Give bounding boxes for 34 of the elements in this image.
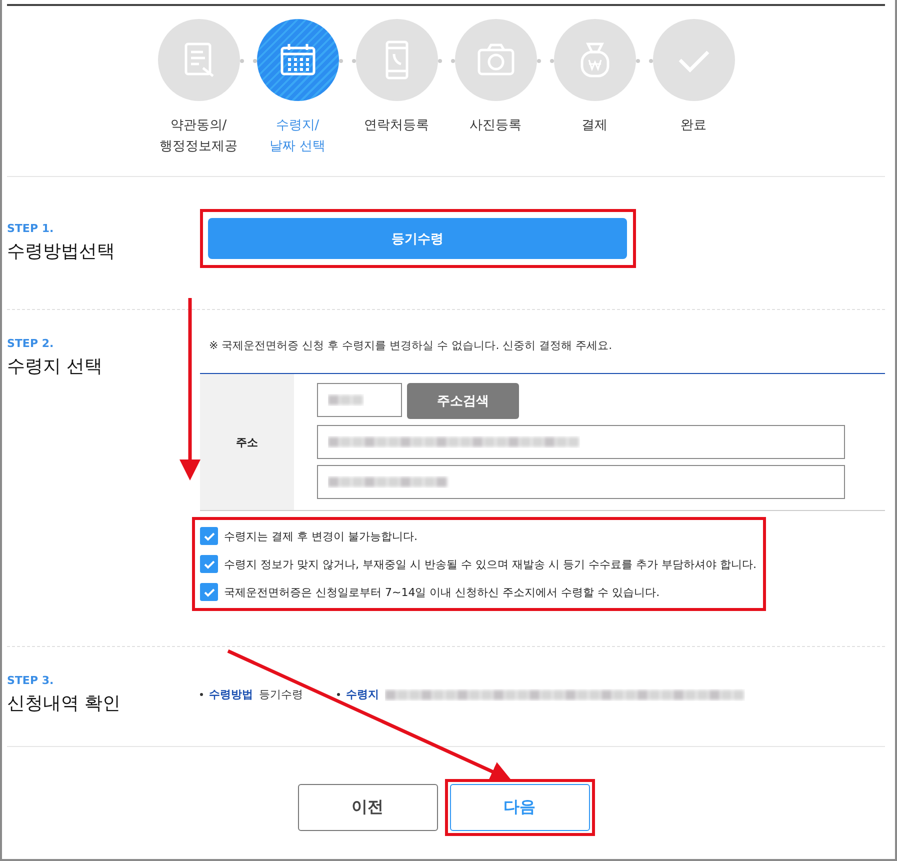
step-label: 완료 bbox=[680, 117, 706, 135]
check-icon bbox=[204, 532, 214, 540]
previous-button[interactable]: 이전 bbox=[298, 784, 438, 831]
checkbox[interactable] bbox=[200, 527, 218, 545]
step-label: 약관동의/ 행정정보제공 bbox=[160, 117, 238, 156]
section-title: 수령방법선택 bbox=[7, 240, 116, 263]
check-icon bbox=[204, 588, 214, 596]
summary-value: 등기수령 bbox=[259, 687, 303, 702]
check-icon bbox=[204, 560, 214, 568]
step-label: 결제 bbox=[582, 117, 608, 135]
address-search-button[interactable]: 주소검색 bbox=[407, 383, 519, 419]
address-label: 주소 bbox=[200, 374, 294, 510]
agreement-text: 수령지 정보가 맞지 않거나, 부재중일 시 반송될 수 있으며 재발송 시 등기 수수료를 추가 부담하셔야 합니다. bbox=[224, 556, 756, 572]
checkbox[interactable] bbox=[200, 583, 218, 601]
agreement-text: 국제운전면허증은 신청일로부터 7~14일 이내 신청하신 주소지에서 수령할 수 있습니다. bbox=[224, 584, 660, 600]
postcode-field[interactable] bbox=[317, 383, 402, 417]
step-label: 사진등록 bbox=[470, 117, 522, 135]
step-number: STEP 2. bbox=[7, 337, 55, 350]
section-title: 신청내역 확인 bbox=[7, 692, 122, 715]
step-number: STEP 1. bbox=[7, 222, 55, 235]
step-number: STEP 3. bbox=[7, 674, 55, 687]
agreement-text: 수령지는 결제 후 변경이 불가능합니다. bbox=[224, 528, 418, 544]
step-label: 수령지/ 날짜 선택 bbox=[269, 117, 326, 156]
receive-method-button[interactable]: 등기수령 bbox=[208, 218, 627, 259]
blurred-text-drawing bbox=[328, 393, 364, 407]
address-field[interactable] bbox=[317, 425, 845, 459]
step-label: 연락처등록 bbox=[364, 117, 429, 135]
next-button[interactable]: 다음 bbox=[450, 784, 590, 831]
summary-label: 수령지 bbox=[346, 687, 379, 702]
notice-text: ※ 국제운전면허증 신청 후 수령지를 변경하실 수 없습니다. 신중히 결정해 주세요. bbox=[209, 338, 614, 353]
checkbox[interactable] bbox=[200, 555, 218, 573]
section-title: 수령지 선택 bbox=[7, 355, 104, 378]
address-detail-field[interactable] bbox=[317, 465, 845, 499]
summary-label: 수령방법 bbox=[209, 687, 253, 702]
